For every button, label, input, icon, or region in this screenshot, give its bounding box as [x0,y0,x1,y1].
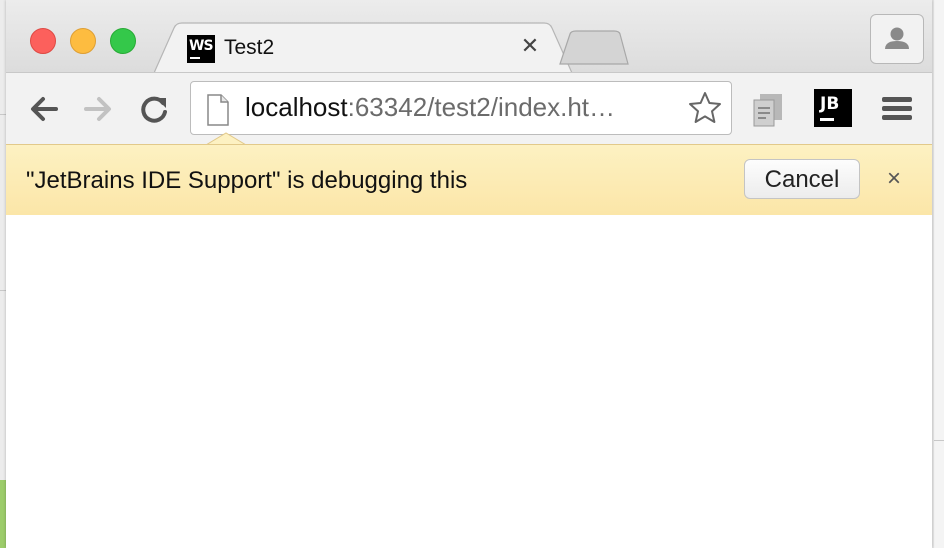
debugging-infobar: "JetBrains IDE Support" is debugging thi… [6,144,932,216]
background-window-right [934,0,944,548]
reload-icon[interactable] [134,89,174,129]
jb-label: JB [820,94,840,114]
cancel-button[interactable]: Cancel [744,159,860,199]
page-icon[interactable] [205,94,231,126]
tab-close-icon[interactable]: ✕ [518,34,542,58]
close-window-button[interactable] [30,28,56,54]
page-content [6,215,932,548]
browser-window: WS Test2 ✕ localhost:63342/test2/index.h… [6,0,932,548]
profile-button[interactable] [870,14,924,64]
extension-icon[interactable] [748,91,786,129]
menu-icon[interactable] [880,93,914,125]
infobar-message: "JetBrains IDE Support" is debugging thi… [26,167,468,194]
profile-icon [885,27,909,49]
url-host: localhost [245,92,348,122]
webstorm-favicon-icon: WS [187,35,215,63]
toolbar: localhost:63342/test2/index.ht… JB [6,72,932,145]
jb-icon[interactable]: JB [814,89,852,127]
title-bar: WS Test2 ✕ [6,0,932,74]
minimize-window-button[interactable] [70,28,96,54]
tab-test2[interactable]: WS Test2 ✕ [154,22,574,74]
star-icon[interactable] [687,90,723,126]
address-bar[interactable]: localhost:63342/test2/index.ht… [190,81,732,135]
zoom-window-button[interactable] [110,28,136,54]
infobar-close-icon[interactable]: × [882,165,906,193]
url-text[interactable]: localhost:63342/test2/index.ht… [245,92,615,123]
url-path: :63342/test2/index.ht… [347,92,616,122]
back-arrow-icon[interactable] [24,89,64,129]
new-tab-button[interactable] [558,30,630,66]
forward-arrow-icon[interactable] [78,89,118,129]
tab-title: Test2 [224,36,275,59]
